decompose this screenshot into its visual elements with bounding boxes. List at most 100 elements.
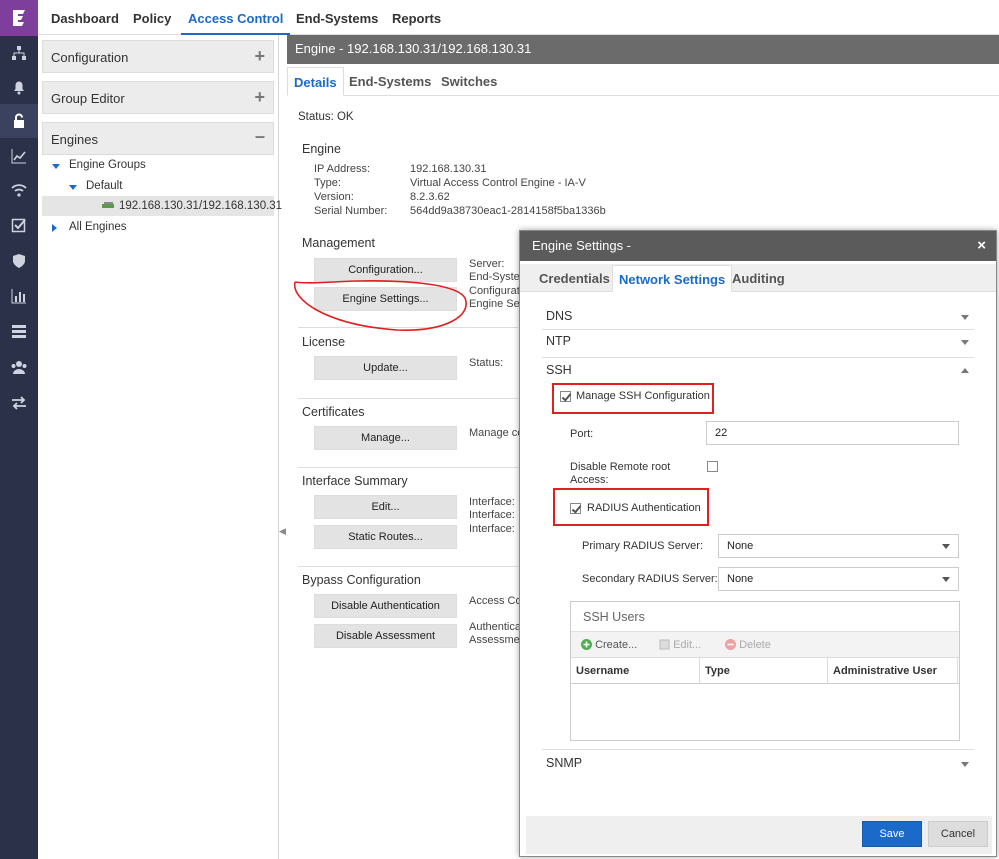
section-snmp[interactable]: SNMP bbox=[546, 756, 582, 770]
ip-label: IP Address: bbox=[314, 163, 371, 175]
section-dns[interactable]: DNS bbox=[546, 309, 572, 323]
grid-header: Username Type Administrative User bbox=[571, 658, 959, 684]
tab-dashboard[interactable]: Dashboard bbox=[51, 0, 119, 35]
close-icon[interactable]: × bbox=[977, 231, 986, 261]
chevron-down-icon[interactable] bbox=[961, 340, 969, 345]
page-title: Engine - 192.168.130.31/192.168.130.31 bbox=[287, 35, 999, 64]
tab-network-settings[interactable]: Network Settings bbox=[612, 265, 733, 292]
users-icon[interactable] bbox=[0, 350, 38, 384]
chevron-down-icon[interactable] bbox=[961, 762, 969, 767]
tab-switches[interactable]: Switches bbox=[435, 67, 503, 96]
tab-end-systems[interactable]: End-Systems bbox=[296, 0, 378, 35]
tab-policy[interactable]: Policy bbox=[133, 0, 171, 35]
ip-value: 192.168.130.31 bbox=[410, 163, 487, 175]
disable-assessment-button[interactable]: Disable Assessment bbox=[314, 624, 457, 648]
tab-details[interactable]: Details bbox=[287, 67, 344, 96]
plus-icon[interactable]: + bbox=[254, 46, 265, 67]
logo-icon[interactable] bbox=[0, 0, 38, 36]
chevron-down-icon[interactable] bbox=[961, 315, 969, 320]
static-routes-button[interactable]: Static Routes... bbox=[314, 525, 457, 549]
delete-label: Delete bbox=[739, 639, 771, 651]
expand-icon[interactable] bbox=[52, 224, 57, 232]
tab-reports[interactable]: Reports bbox=[392, 0, 441, 35]
tree-item-engine[interactable]: 192.168.130.31/192.168.130.31 bbox=[119, 200, 282, 212]
secondary-radius-label: Secondary RADIUS Server: bbox=[582, 573, 718, 585]
primary-radius-label: Primary RADIUS Server: bbox=[582, 540, 704, 552]
primary-radius-select[interactable]: None bbox=[718, 534, 959, 558]
collapse-handle-icon[interactable]: ◀ bbox=[279, 526, 286, 540]
accordion-label: Group Editor bbox=[51, 91, 125, 106]
tab-auditing[interactable]: Auditing bbox=[726, 265, 791, 292]
column-type[interactable]: Type bbox=[700, 658, 828, 684]
tab-end-systems[interactable]: End-Systems bbox=[343, 67, 437, 96]
column-administrative-user[interactable]: Administrative User bbox=[828, 658, 958, 684]
section-interface-title: Interface Summary bbox=[302, 474, 408, 488]
section-ntp[interactable]: NTP bbox=[546, 334, 571, 348]
unlock-icon[interactable] bbox=[0, 104, 38, 138]
secondary-radius-value: None bbox=[727, 573, 754, 585]
left-panel: Configuration + Group Editor + Engines –… bbox=[38, 35, 282, 859]
accordion-label: Engines bbox=[51, 132, 98, 147]
dialog-footer: Save Cancel bbox=[526, 816, 992, 854]
configuration-button[interactable]: Configuration... bbox=[314, 258, 457, 282]
delete-button[interactable]: Delete bbox=[725, 632, 771, 658]
disable-authentication-button[interactable]: Disable Authentication bbox=[314, 594, 457, 618]
bar-chart-icon[interactable] bbox=[0, 279, 38, 313]
server-icon[interactable] bbox=[0, 314, 38, 348]
column-username[interactable]: Username bbox=[571, 658, 700, 684]
disable-root-checkbox[interactable] bbox=[707, 461, 718, 472]
manage-button[interactable]: Manage... bbox=[314, 426, 457, 450]
edit-button[interactable]: Edit... bbox=[314, 495, 457, 519]
secondary-radius-select[interactable]: None bbox=[718, 567, 959, 591]
create-button[interactable]: Create... bbox=[581, 632, 637, 658]
checkbox-icon[interactable] bbox=[0, 208, 38, 242]
radius-auth-checkbox[interactable] bbox=[570, 503, 581, 514]
icon-rail bbox=[0, 0, 38, 859]
serial-label: Serial Number: bbox=[314, 205, 388, 217]
chart-line-icon[interactable] bbox=[0, 139, 38, 173]
tree-item-default[interactable]: Default bbox=[86, 180, 122, 192]
update-button[interactable]: Update... bbox=[314, 356, 457, 380]
chevron-down-icon bbox=[942, 577, 950, 582]
cancel-button[interactable]: Cancel bbox=[928, 821, 988, 847]
section-license-title: License bbox=[302, 335, 346, 349]
disable-root-label: Disable Remote root Access: bbox=[570, 461, 671, 486]
plus-icon[interactable]: + bbox=[254, 87, 265, 108]
divider bbox=[542, 329, 974, 330]
grid-toolbar: Create... Edit... Delete bbox=[571, 632, 959, 658]
section-ssh[interactable]: SSH bbox=[546, 363, 572, 377]
network-tree-icon[interactable] bbox=[0, 36, 38, 70]
tab-credentials[interactable]: Credentials bbox=[533, 265, 616, 292]
type-value: Virtual Access Control Engine - IA-V bbox=[410, 177, 586, 189]
edit-user-button[interactable]: Edit... bbox=[659, 632, 701, 658]
accordion-engines[interactable]: Engines – bbox=[42, 122, 274, 155]
bell-icon[interactable] bbox=[0, 70, 38, 104]
expand-icon[interactable] bbox=[52, 164, 60, 169]
detail-tabs: Details End-Systems Switches bbox=[287, 67, 999, 96]
shield-icon[interactable] bbox=[0, 244, 38, 278]
save-button[interactable]: Save bbox=[862, 821, 922, 847]
top-navigation: Dashboard Policy Access Control End-Syst… bbox=[38, 0, 999, 35]
arrows-swap-icon[interactable] bbox=[0, 386, 38, 420]
tab-access-control[interactable]: Access Control bbox=[181, 0, 291, 35]
accordion-group-editor[interactable]: Group Editor + bbox=[42, 81, 274, 114]
manage-ssh-checkbox[interactable] bbox=[560, 391, 571, 402]
tree-item-all-engines[interactable]: All Engines bbox=[69, 221, 127, 233]
wifi-icon[interactable] bbox=[0, 173, 38, 207]
divider bbox=[298, 566, 518, 567]
engine-settings-dialog: Engine Settings - × Credentials Network … bbox=[519, 230, 997, 857]
interface-info: Interface: bbox=[469, 509, 515, 521]
section-management-title: Management bbox=[302, 236, 375, 250]
chevron-up-icon[interactable] bbox=[961, 368, 969, 373]
divider bbox=[542, 749, 974, 750]
tree-item-engine-groups[interactable]: Engine Groups bbox=[69, 159, 146, 171]
expand-icon[interactable] bbox=[69, 185, 77, 190]
interface-info: Interface: bbox=[469, 523, 515, 535]
engine-settings-button[interactable]: Engine Settings... bbox=[314, 287, 457, 311]
port-label: Port: bbox=[570, 428, 594, 440]
accordion-configuration[interactable]: Configuration + bbox=[42, 40, 274, 73]
minus-icon[interactable]: – bbox=[255, 126, 265, 147]
bypass-info: Authentica bbox=[469, 621, 521, 633]
ssh-users-grid: SSH Users Create... Edit... Delete Usern… bbox=[570, 601, 960, 741]
port-input[interactable]: 22 bbox=[706, 421, 959, 445]
